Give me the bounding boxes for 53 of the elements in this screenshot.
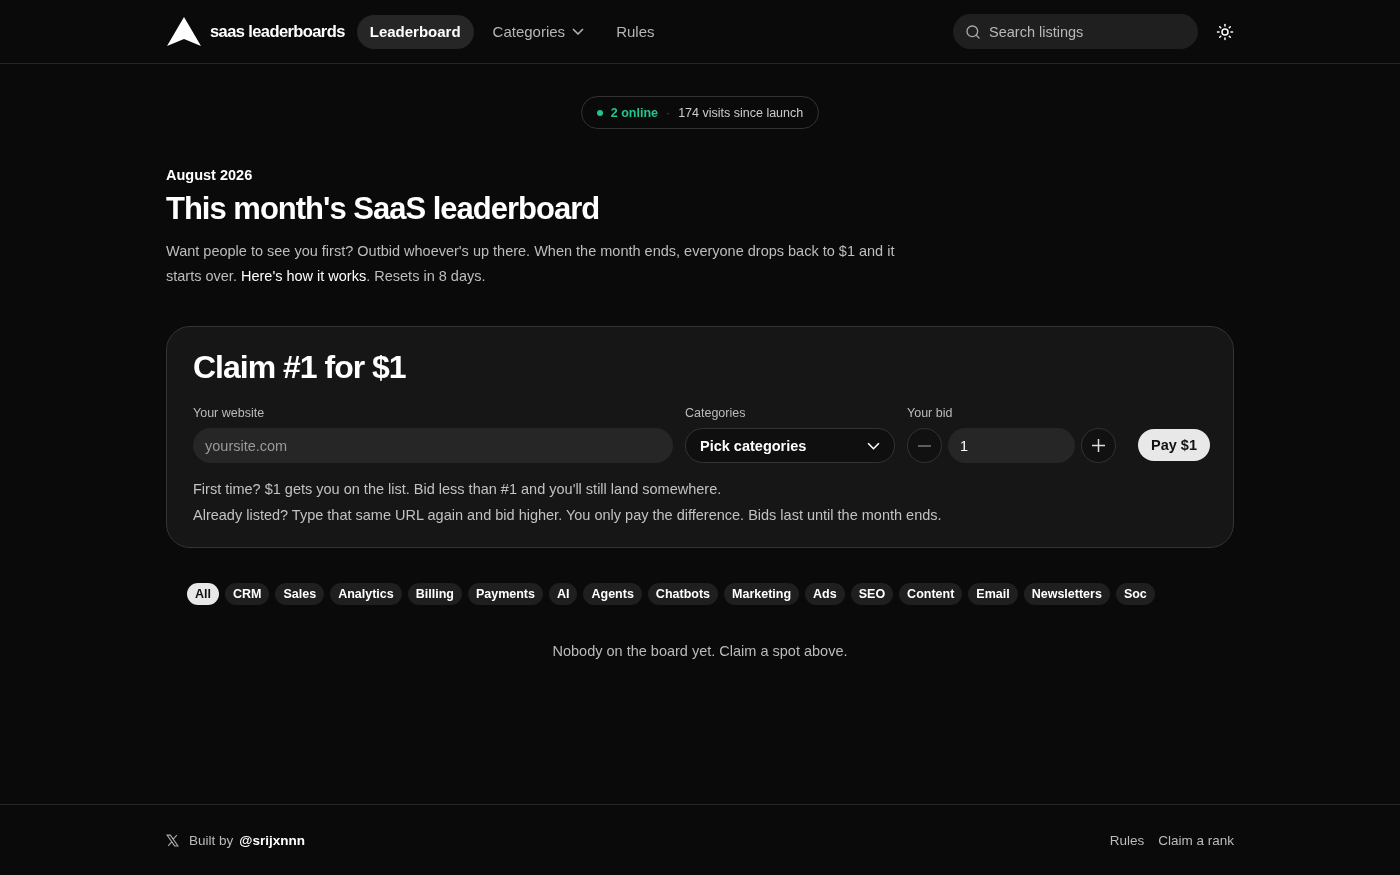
help-text: First time? $1 gets you on the list. Bid less than #1 and you'll still land somewhere. [193,480,723,499]
logo-icon[interactable] [166,15,202,48]
footer-link[interactable]: Claim a rank [1158,832,1234,848]
nav-tab[interactable]: Leaderboard [356,14,474,49]
help-text: Already listed? Type that same URL again and bid higher. You only pay the difference. Bids last until the month ends. [193,506,943,525]
online-count: 2 online [610,105,658,120]
page-title: This month's SaaS leaderboard [166,191,601,227]
category-chip[interactable]: Chatbots [647,583,719,605]
visit-count: 174 visits since launch [678,105,804,120]
decrease-button[interactable] [907,428,942,463]
intro-text: Want people to see you first? Outbid whoever's up there. When the month ends, everyone drops back to $1 and it starts over. Here's how it works. Resets in 8 days. [166,242,896,286]
increase-button[interactable] [1081,428,1116,463]
empty-message: Nobody on the board yet. Claim a spot above. [551,643,849,659]
category-chip[interactable]: Content [899,583,963,605]
field-label: Categories [685,406,747,420]
field-label: Your website [193,406,266,420]
x-logo-icon[interactable] [166,833,179,847]
nav-tab[interactable]: Categories [479,14,598,49]
category-chip[interactable]: Payments [467,583,543,605]
category-chip[interactable]: CRM [225,583,270,605]
card-title: Claim #1 for $1 [193,349,407,386]
category-chip[interactable]: Agents [583,583,642,605]
minus-icon [918,444,931,447]
category-chip[interactable]: Sales [275,583,325,605]
category-chip[interactable]: Ads [805,583,845,605]
author-link[interactable]: @srijxnnn [239,832,305,848]
website-field[interactable]: yoursite.com [193,428,673,463]
bid-field[interactable]: 1 [948,428,1075,463]
footer-link[interactable]: Rules [1109,832,1145,848]
chevron-icon [572,28,585,35]
category-chip[interactable]: AI [549,583,578,605]
built-by-text: Built by [189,832,234,848]
category-chip[interactable]: Soc [1115,583,1155,605]
categories-select[interactable]: Pick categories [685,428,895,463]
nav-tab[interactable]: Rules [603,14,668,49]
brand-name[interactable]: saas leaderboards [210,22,345,41]
sun-icon [1216,22,1234,41]
chevron-icon [867,441,880,450]
month-label: August 2026 [166,167,254,183]
theme-toggle-button[interactable] [1216,22,1234,41]
category-chip[interactable]: Newsletters [1023,583,1110,605]
plus-icon [1092,439,1105,452]
search-field[interactable]: Search listings [953,14,1198,49]
online-dot-icon [596,109,603,116]
category-chip[interactable]: Marketing [724,583,800,605]
category-chip[interactable]: Email [968,583,1018,605]
category-chip[interactable]: All [187,583,219,605]
separator: · [666,105,671,120]
category-chip[interactable]: Analytics [330,583,402,605]
field-label: Your bid [907,406,954,420]
pay-button[interactable]: Pay $1 [1138,429,1210,461]
category-chip[interactable]: Billing [407,583,462,605]
category-chip[interactable]: SEO [850,583,894,605]
